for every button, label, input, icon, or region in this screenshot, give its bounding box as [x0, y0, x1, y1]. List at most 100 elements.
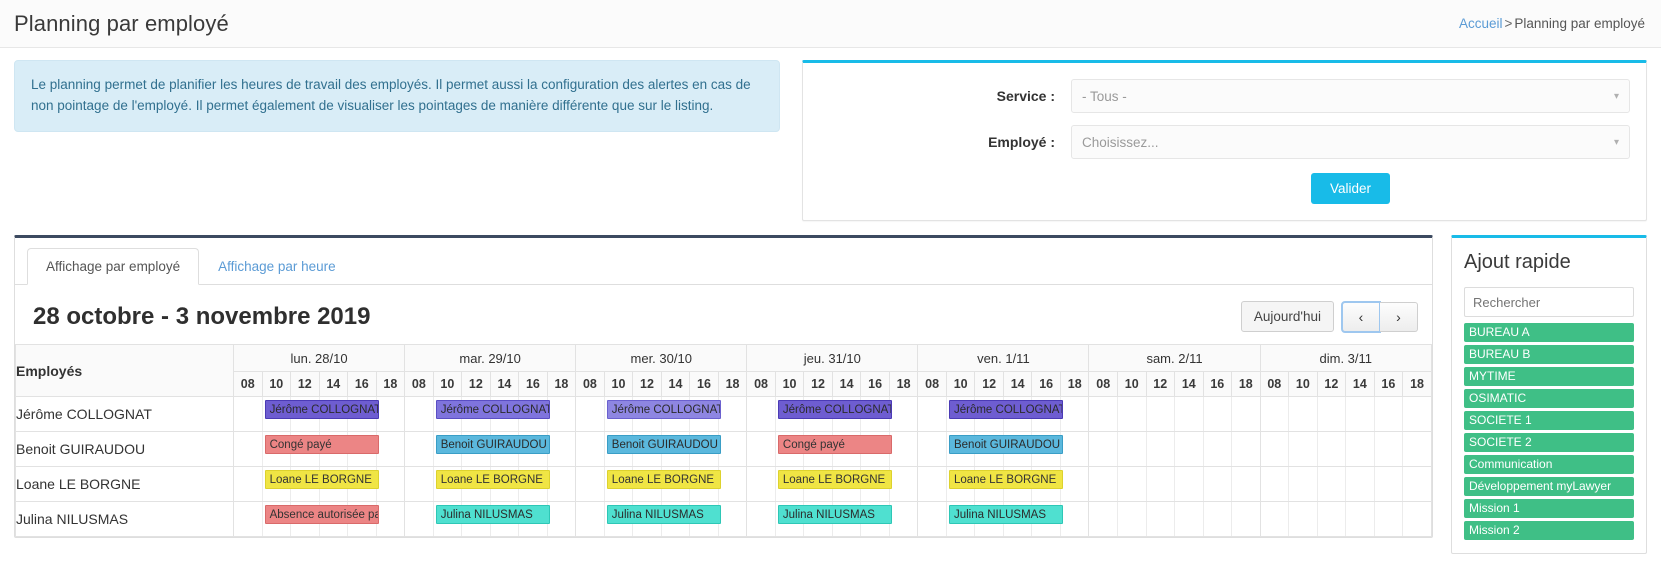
- schedule-day-cell[interactable]: Benoit GUIRAUDOU: [918, 432, 1089, 467]
- quick-add-tag[interactable]: MYTIME: [1464, 367, 1634, 386]
- hour-tick: [1147, 432, 1176, 466]
- tab-affichage-par-heure[interactable]: Affichage par heure: [199, 248, 355, 285]
- day-header: lun. 28/10: [234, 345, 405, 372]
- schedule-event[interactable]: Julina NILUSMAS: [778, 505, 892, 524]
- hour-tick: [890, 502, 918, 536]
- hour-tick: [747, 502, 776, 536]
- schedule-day-cell[interactable]: Jérôme COLLOGNAT: [747, 397, 918, 432]
- schedule-event[interactable]: Julina NILUSMAS: [436, 505, 550, 524]
- hour-tick: [1061, 432, 1089, 466]
- schedule-day-cell[interactable]: Loane LE BORGNE: [918, 467, 1089, 502]
- schedule-body: Jérôme COLLOGNAT Jérôme COLLOGNAT Jérôme C…: [16, 397, 1432, 537]
- schedule-day-cell[interactable]: Jérôme COLLOGNAT: [576, 397, 747, 432]
- schedule-day-cell[interactable]: Julina NILUSMAS: [405, 502, 576, 537]
- hour-tick: [918, 432, 947, 466]
- hour-tick: [405, 467, 434, 501]
- hour-tick: [377, 397, 405, 431]
- next-week-button[interactable]: ›: [1380, 302, 1418, 332]
- schedule-day-cell[interactable]: Julina NILUSMAS: [747, 502, 918, 537]
- service-select[interactable]: - Tous - ▾: [1071, 79, 1630, 113]
- schedule-day-cell[interactable]: Loane LE BORGNE: [747, 467, 918, 502]
- quick-add-tag[interactable]: Mission 1: [1464, 499, 1634, 518]
- breadcrumb-link-home[interactable]: Accueil: [1459, 16, 1503, 31]
- schedule-event[interactable]: Congé payé: [778, 435, 892, 454]
- employee-name-cell: Benoit GUIRAUDOU: [16, 432, 234, 467]
- schedule-day-cell[interactable]: Julina NILUSMAS: [576, 502, 747, 537]
- schedule-event[interactable]: Julina NILUSMAS: [607, 505, 721, 524]
- hour-header: 08: [1260, 372, 1289, 397]
- hour-header: 18: [1232, 372, 1261, 397]
- schedule-day-cell[interactable]: Julina NILUSMAS: [918, 502, 1089, 537]
- hour-tick: [1346, 432, 1375, 466]
- schedule-day-cell[interactable]: [1260, 502, 1431, 537]
- top-area: Le planning permet de planifier les heur…: [0, 48, 1661, 221]
- schedule-event[interactable]: Julina NILUSMAS: [949, 505, 1063, 524]
- quick-add-tag[interactable]: SOCIETE 2: [1464, 433, 1634, 452]
- schedule-event[interactable]: Benoit GUIRAUDOU: [949, 435, 1063, 454]
- schedule-day-cell[interactable]: Loane LE BORGNE: [576, 467, 747, 502]
- schedule-day-cell[interactable]: Benoit GUIRAUDOU: [405, 432, 576, 467]
- hour-header: 10: [775, 372, 804, 397]
- schedule-event[interactable]: Benoit GUIRAUDOU: [436, 435, 550, 454]
- schedule-day-cell[interactable]: Benoit GUIRAUDOU: [576, 432, 747, 467]
- schedule-day-cell[interactable]: Loane LE BORGNE: [234, 467, 405, 502]
- hour-header: 16: [861, 372, 890, 397]
- tab-affichage-par-employe[interactable]: Affichage par employé: [27, 248, 199, 285]
- schedule-day-cell[interactable]: Congé payé: [234, 432, 405, 467]
- validate-button[interactable]: Valider: [1311, 173, 1390, 204]
- hour-tick: [1061, 502, 1089, 536]
- hour-tick: [1289, 502, 1318, 536]
- schedule-event[interactable]: Jérôme COLLOGNAT: [607, 400, 721, 419]
- hour-header: 10: [1117, 372, 1146, 397]
- hour-tick: [1204, 432, 1233, 466]
- schedule-day-cell[interactable]: Jérôme COLLOGNAT: [234, 397, 405, 432]
- quick-add-tag[interactable]: BUREAU B: [1464, 345, 1634, 364]
- employee-select[interactable]: Choisissez... ▾: [1071, 125, 1630, 159]
- hour-header: 08: [405, 372, 434, 397]
- prev-week-button[interactable]: ‹: [1342, 302, 1380, 332]
- quick-add-search-input[interactable]: [1464, 287, 1634, 317]
- schedule-event[interactable]: Congé payé: [265, 435, 379, 454]
- schedule-event[interactable]: Loane LE BORGNE: [265, 470, 379, 489]
- schedule-day-cell[interactable]: Jérôme COLLOGNAT: [918, 397, 1089, 432]
- schedule-event[interactable]: Jérôme COLLOGNAT: [949, 400, 1063, 419]
- quick-add-tag[interactable]: BUREAU A: [1464, 323, 1634, 342]
- hour-header: 12: [633, 372, 662, 397]
- quick-add-tag[interactable]: OSIMATIC: [1464, 389, 1634, 408]
- quick-add-tag[interactable]: Mission 2: [1464, 521, 1634, 540]
- schedule-event[interactable]: Benoit GUIRAUDOU: [607, 435, 721, 454]
- quick-add-tag[interactable]: SOCIETE 1: [1464, 411, 1634, 430]
- schedule-event[interactable]: Loane LE BORGNE: [436, 470, 550, 489]
- schedule-event[interactable]: Absence autorisée payé: [265, 505, 379, 524]
- hour-tick: [1089, 502, 1118, 536]
- hour-tick: [234, 502, 263, 536]
- hour-tick: [1403, 502, 1431, 536]
- schedule-day-cell[interactable]: [1260, 467, 1431, 502]
- schedule-event[interactable]: Jérôme COLLOGNAT: [778, 400, 892, 419]
- schedule-day-cell[interactable]: Absence autorisée payé: [234, 502, 405, 537]
- hour-header: 10: [946, 372, 975, 397]
- schedule-day-cell[interactable]: [1089, 397, 1260, 432]
- schedule-event[interactable]: Jérôme COLLOGNAT: [436, 400, 550, 419]
- employee-select-value: Choisissez...: [1082, 135, 1159, 150]
- schedule-day-cell[interactable]: Congé payé: [747, 432, 918, 467]
- quick-add-tag[interactable]: Développement myLawyer: [1464, 477, 1634, 496]
- hour-header: 08: [918, 372, 947, 397]
- schedule-day-cell[interactable]: [1089, 502, 1260, 537]
- schedule-event[interactable]: Jérôme COLLOGNAT: [265, 400, 379, 419]
- schedule-day-cell[interactable]: [1260, 397, 1431, 432]
- quick-add-tag[interactable]: Communication: [1464, 455, 1634, 474]
- schedule-day-cell[interactable]: Jérôme COLLOGNAT: [405, 397, 576, 432]
- schedule-event[interactable]: Loane LE BORGNE: [778, 470, 892, 489]
- schedule-event[interactable]: Loane LE BORGNE: [607, 470, 721, 489]
- tab-bar: Affichage par employé Affichage par heur…: [15, 248, 1432, 285]
- hour-tick: [1089, 397, 1118, 431]
- schedule-event[interactable]: Loane LE BORGNE: [949, 470, 1063, 489]
- hour-tick: [1261, 467, 1290, 501]
- schedule-day-cell[interactable]: [1260, 432, 1431, 467]
- hour-tick: [234, 397, 263, 431]
- schedule-day-cell[interactable]: Loane LE BORGNE: [405, 467, 576, 502]
- today-button[interactable]: Aujourd'hui: [1241, 301, 1334, 332]
- schedule-day-cell[interactable]: [1089, 432, 1260, 467]
- schedule-day-cell[interactable]: [1089, 467, 1260, 502]
